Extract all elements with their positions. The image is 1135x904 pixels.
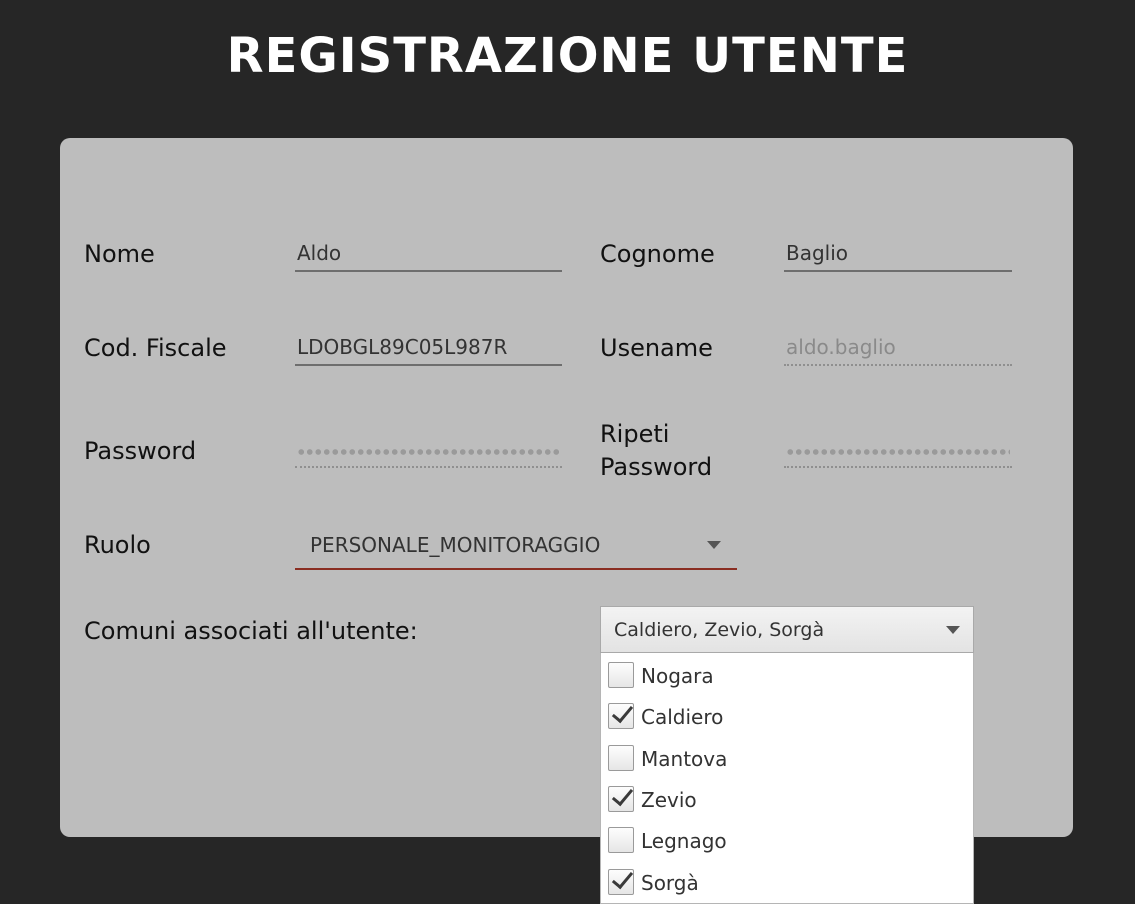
- checkbox[interactable]: [608, 700, 634, 729]
- page-title: REGISTRAZIONE UTENTE: [226, 28, 909, 84]
- password-label: Password: [84, 437, 197, 465]
- comuni-dropdown-list: Nogara Caldiero Mantova Zevio Legnago So…: [600, 653, 974, 904]
- option-label: Nogara: [641, 664, 714, 688]
- option-label: Sorgà: [641, 871, 699, 895]
- checkbox[interactable]: [608, 783, 634, 812]
- codice-fiscale-field[interactable]: LDOBGL89C05L987R: [295, 332, 562, 366]
- option-label: Legnago: [641, 829, 727, 853]
- comuni-option-sorga[interactable]: Sorgà: [601, 862, 973, 903]
- checkbox[interactable]: [608, 827, 634, 853]
- checkmark-icon: [611, 700, 634, 724]
- password-field[interactable]: [295, 434, 562, 468]
- checkbox[interactable]: [608, 866, 634, 895]
- ruolo-select[interactable]: PERSONALE_MONITORAGGIO: [295, 525, 737, 570]
- password-mask: [297, 448, 560, 456]
- nome-field[interactable]: Aldo: [295, 238, 562, 272]
- nome-label: Nome: [84, 240, 155, 268]
- username-label: Usename: [600, 334, 713, 362]
- comuni-value: Caldiero, Zevio, Sorgà: [614, 619, 825, 641]
- checkmark-icon: [611, 783, 634, 807]
- comuni-option-caldiero[interactable]: Caldiero: [601, 696, 973, 737]
- comuni-label: Comuni associati all'utente:: [84, 617, 418, 645]
- comuni-option-nogara[interactable]: Nogara: [601, 655, 973, 696]
- option-label: Caldiero: [641, 705, 724, 729]
- chevron-down-icon: [946, 626, 960, 634]
- checkbox[interactable]: [608, 745, 634, 771]
- comuni-option-mantova[interactable]: Mantova: [601, 738, 973, 779]
- cognome-field[interactable]: Baglio: [784, 238, 1012, 272]
- cognome-label: Cognome: [600, 240, 715, 268]
- chevron-down-icon: [707, 541, 721, 549]
- checkbox[interactable]: [608, 662, 634, 688]
- comuni-option-legnago[interactable]: Legnago: [601, 820, 973, 861]
- option-label: Zevio: [641, 788, 697, 812]
- ripeti-password-label-line2: Password: [600, 453, 713, 481]
- username-field: aldo.baglio: [784, 332, 1012, 366]
- ripeti-password-field[interactable]: [784, 434, 1012, 468]
- comuni-option-zevio[interactable]: Zevio: [601, 779, 973, 820]
- checkmark-icon: [611, 866, 634, 890]
- ripeti-password-mask: [786, 448, 1010, 456]
- comuni-combobox[interactable]: Caldiero, Zevio, Sorgà: [600, 606, 974, 653]
- ruolo-value: PERSONALE_MONITORAGGIO: [310, 533, 601, 557]
- ripeti-password-label-line1: Ripeti: [600, 420, 670, 448]
- codice-fiscale-label: Cod. Fiscale: [84, 334, 227, 362]
- option-label: Mantova: [641, 747, 728, 771]
- ruolo-label: Ruolo: [84, 531, 151, 559]
